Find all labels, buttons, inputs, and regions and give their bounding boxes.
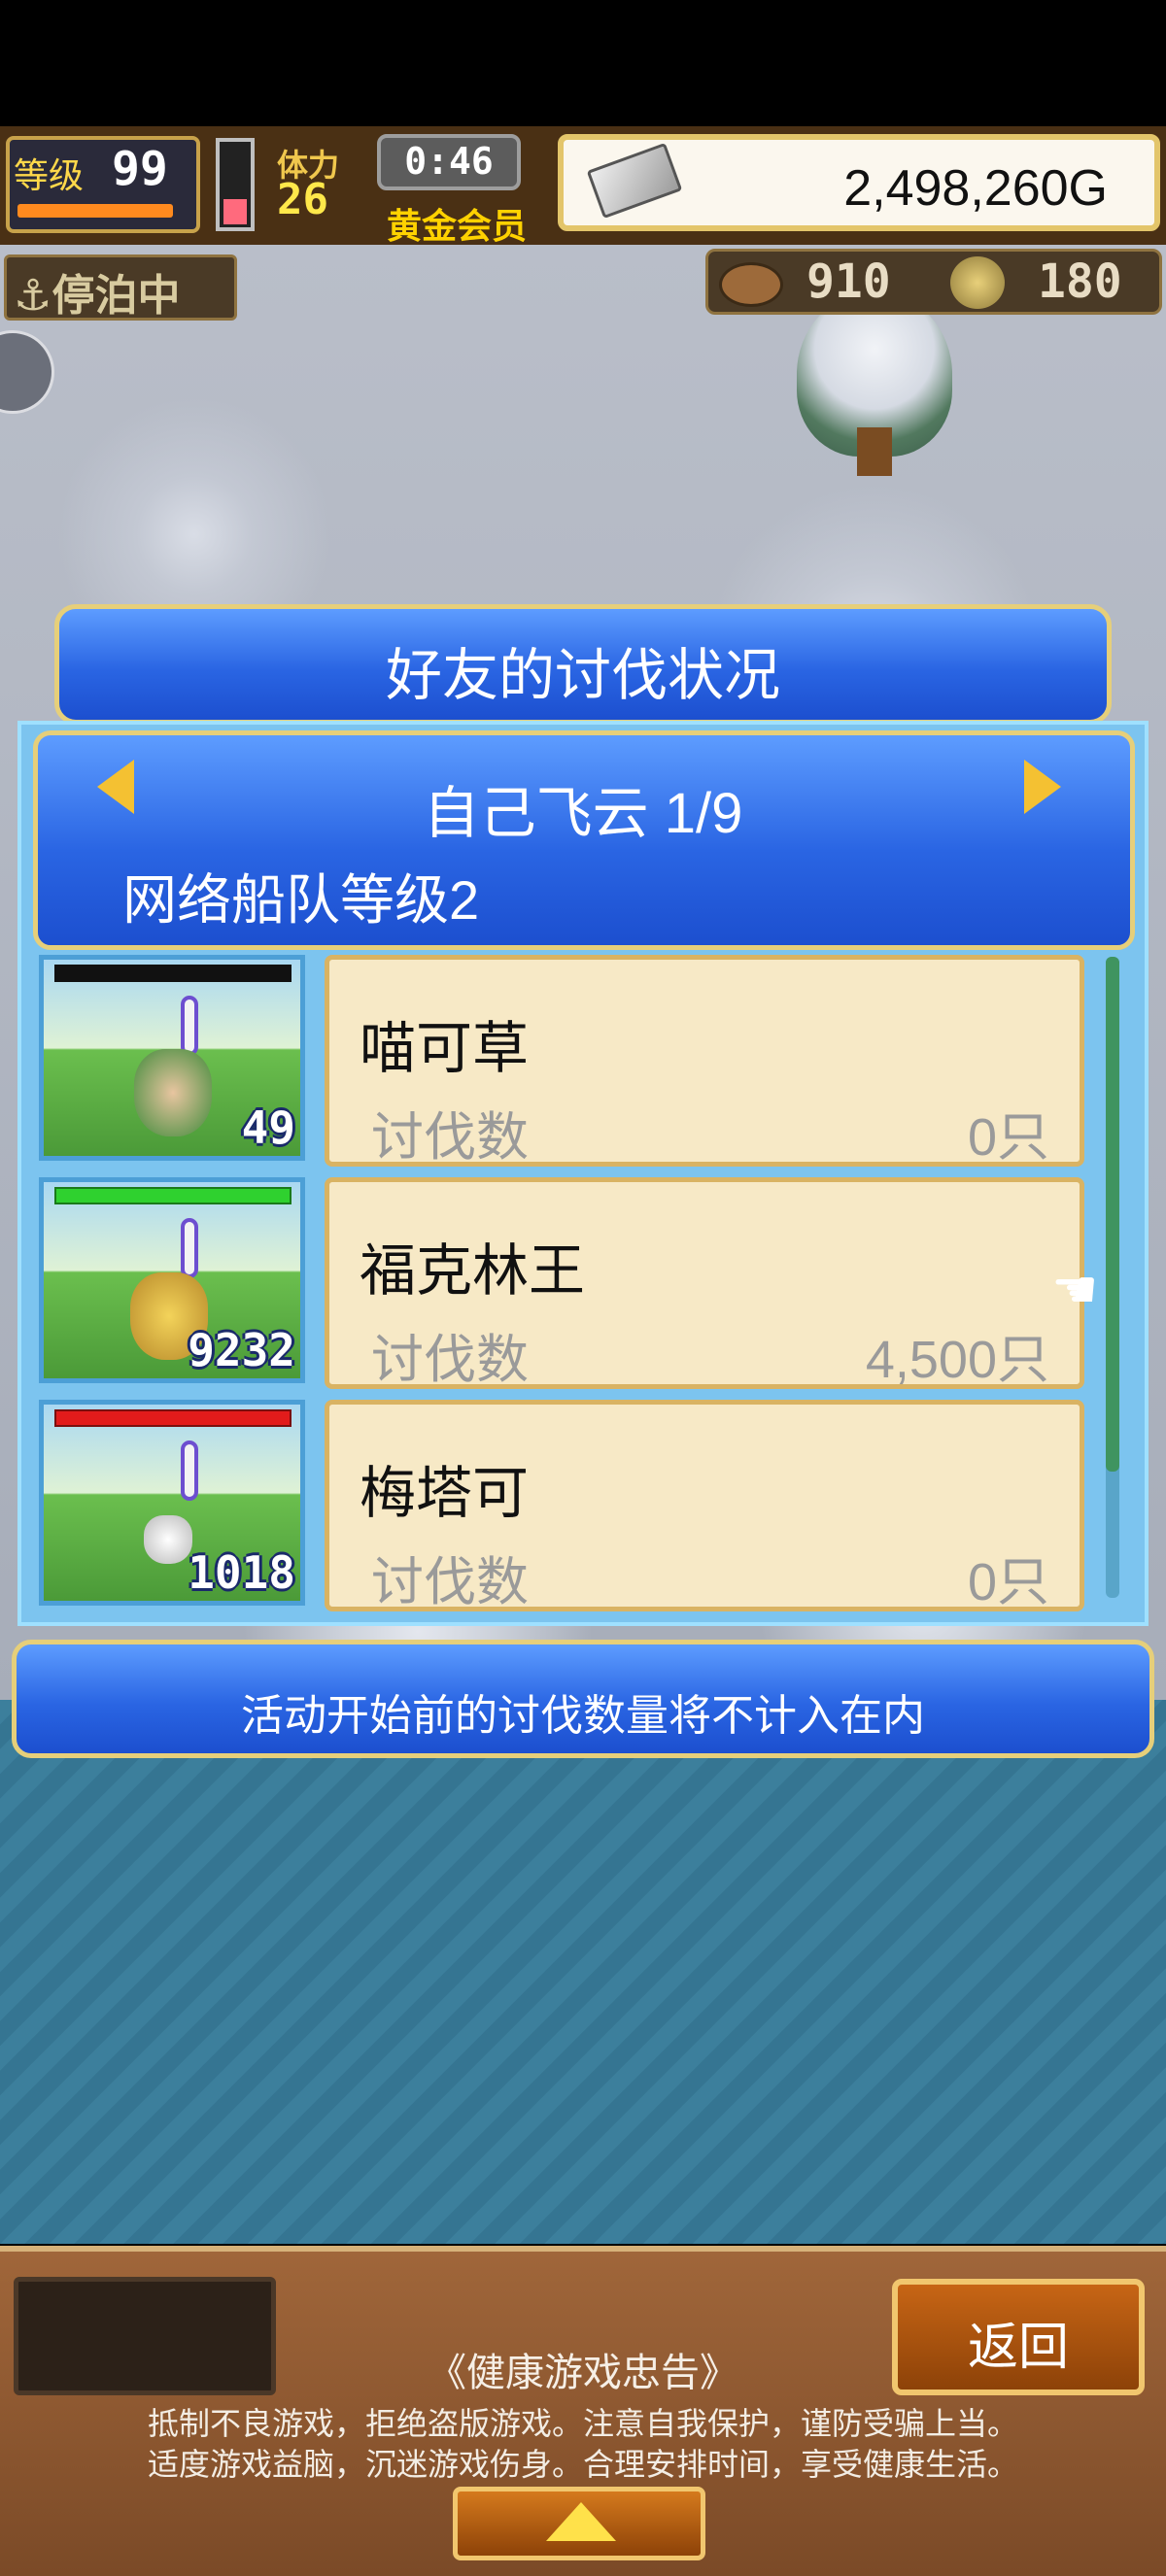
tree-trunk [857, 427, 892, 476]
kill-count-label: 讨伐数 [371, 1331, 529, 1389]
kill-count-label: 讨伐数 [371, 1108, 529, 1167]
kill-count-label: 讨伐数 [371, 1553, 529, 1611]
note-text: 活动开始前的讨伐数量将不计入在内 [241, 1692, 925, 1740]
monster-name: 梅塔可 [360, 1462, 530, 1525]
coin-icon [950, 256, 1005, 309]
arrow-up-icon [546, 2502, 616, 2541]
anchor-status-text: ⚓停泊中 [14, 260, 180, 322]
kill-count-value: 4,500只 [865, 1331, 1049, 1389]
wood-icon [719, 262, 783, 307]
kill-count-value: 0只 [967, 1553, 1049, 1611]
kill-count-value: 0只 [967, 1108, 1049, 1167]
level-label: 等级 [14, 156, 85, 196]
health-notice-line: 适度游戏益脑，沉迷游戏伤身。合理安排时间，享受健康生活。 [147, 2447, 1018, 2482]
health-notice-title: 《健康游戏忠告》 [428, 2352, 738, 2394]
sea-background [0, 1700, 1166, 2244]
scrollbar-thumb[interactable] [1106, 957, 1119, 1472]
monster-name: 福克林王 [360, 1239, 586, 1303]
dialog-title: 好友的讨伐状况 [385, 644, 780, 707]
hp-bar [56, 1189, 290, 1203]
anchor-status-label: 停泊中 [51, 271, 181, 321]
monster-count-badge: 49 [241, 1102, 295, 1154]
player-name: 自己飞云 1/9 [423, 782, 743, 845]
monster-count-badge: 1018 [188, 1546, 295, 1599]
arrow-left-icon[interactable] [97, 760, 134, 814]
gold-value: 2,498,260G [843, 160, 1108, 217]
coin-value: 180 [1038, 254, 1122, 309]
monster-name: 喵可草 [360, 1017, 530, 1080]
stamina-value: 26 [277, 175, 328, 224]
fleet-level: 网络船队等级2 [122, 869, 480, 931]
level-progress-bar [17, 204, 173, 218]
wood-value: 910 [806, 254, 891, 309]
health-notice-line: 抵制不良游戏，拒绝盗版游戏。注意自我保护，谨防受骗上当。 [147, 2406, 1018, 2441]
arrow-right-icon[interactable] [1024, 760, 1061, 814]
alert-mark-icon [181, 1218, 198, 1278]
level-value: 99 [112, 142, 168, 196]
alert-mark-icon [181, 1441, 198, 1501]
hand-pointer-icon: ☚ [1051, 1259, 1099, 1320]
hp-bar [56, 1411, 290, 1425]
anchor-icon: ⚓ [14, 271, 52, 321]
stamina-gauge-fill [223, 199, 247, 224]
timer-value: 0:46 [404, 140, 494, 183]
alert-mark-icon [181, 996, 198, 1056]
gold-member-badge[interactable]: 黄金会员 [387, 198, 527, 249]
monster-count-badge: 9232 [188, 1324, 295, 1376]
hp-bar [56, 966, 290, 980]
